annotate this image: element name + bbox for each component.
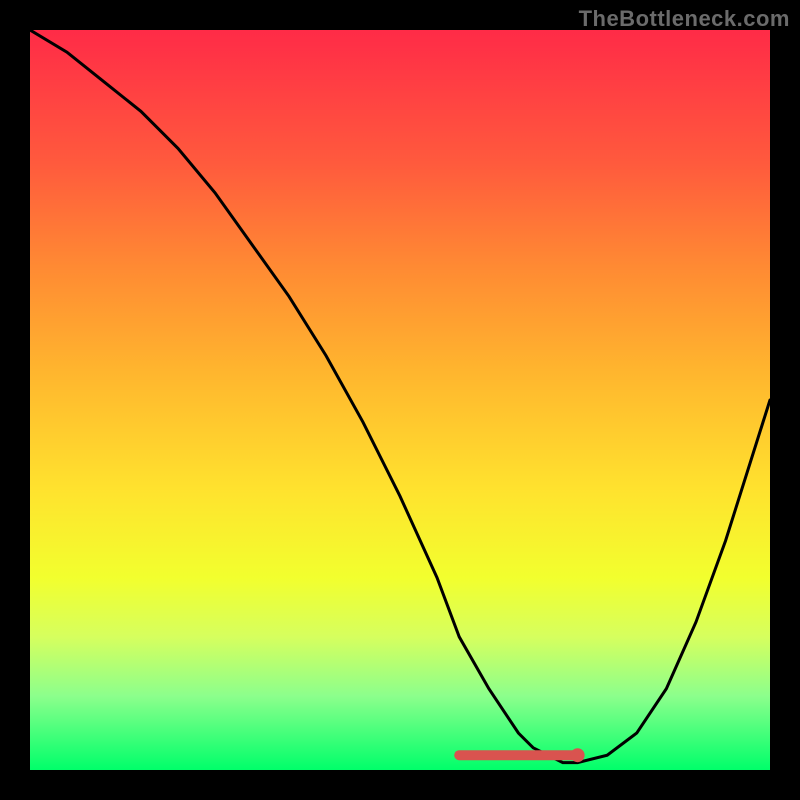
chart-plot-area [30, 30, 770, 770]
bottleneck-curve-path [30, 30, 770, 763]
valley-marker-dot [571, 748, 585, 762]
chart-frame: TheBottleneck.com [0, 0, 800, 800]
watermark-text: TheBottleneck.com [579, 6, 790, 32]
chart-svg [30, 30, 770, 770]
